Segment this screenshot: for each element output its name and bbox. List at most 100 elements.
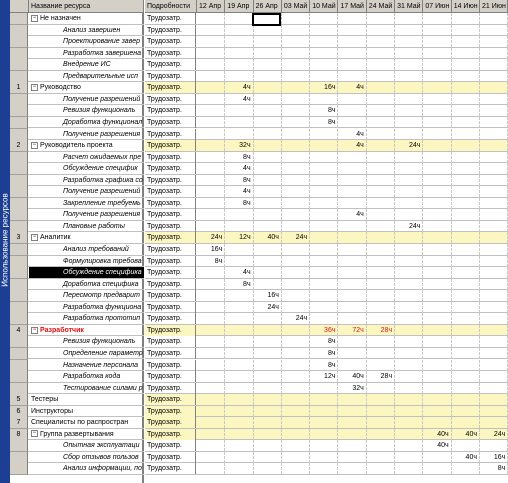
work-cell[interactable]: [310, 24, 339, 36]
work-cell[interactable]: [339, 267, 367, 279]
resource-row[interactable]: 2− Руководитель проекта: [10, 140, 144, 153]
work-cell[interactable]: [423, 174, 452, 186]
task-name[interactable]: Разработка завершена: [29, 48, 144, 59]
work-cell[interactable]: [452, 70, 480, 82]
assignment-row[interactable]: Анализ информации, по: [10, 463, 144, 476]
work-cell[interactable]: [197, 128, 226, 140]
work-cell[interactable]: 4ч: [225, 163, 254, 175]
work-cell[interactable]: [339, 255, 367, 267]
work-cell[interactable]: [282, 174, 311, 186]
work-cell[interactable]: [423, 163, 452, 175]
work-cell[interactable]: [480, 255, 508, 267]
detail-cell[interactable]: Трудозатр.: [145, 371, 196, 383]
work-cell[interactable]: [480, 174, 508, 186]
work-cell[interactable]: [423, 244, 452, 255]
work-cell[interactable]: [395, 371, 424, 383]
task-name[interactable]: Закрепление требуемь: [29, 198, 144, 209]
work-cell[interactable]: [423, 209, 452, 221]
row-number[interactable]: [10, 244, 28, 256]
detail-cell[interactable]: Трудозатр.: [145, 140, 196, 152]
row-number[interactable]: 1: [10, 82, 28, 95]
work-cell[interactable]: [480, 220, 508, 232]
work-cell[interactable]: [339, 24, 367, 36]
week-header[interactable]: 17 Май: [339, 0, 367, 13]
work-cell[interactable]: [197, 428, 226, 440]
work-cell[interactable]: [367, 93, 396, 105]
work-cell[interactable]: [339, 336, 367, 348]
assignment-row[interactable]: Разработка функциона: [10, 301, 144, 314]
work-cell[interactable]: [310, 290, 339, 302]
work-cell[interactable]: [395, 59, 424, 71]
resource-row[interactable]: 1− Руководство: [10, 82, 144, 95]
work-cell[interactable]: [367, 359, 396, 371]
work-cell[interactable]: [339, 13, 367, 24]
work-cell[interactable]: [197, 290, 226, 302]
work-cell[interactable]: [339, 301, 367, 313]
work-cell[interactable]: [423, 359, 452, 371]
assignment-row[interactable]: Разработка кода: [10, 371, 144, 384]
work-cell[interactable]: [282, 463, 311, 475]
work-cell[interactable]: [225, 59, 254, 71]
work-cell[interactable]: [423, 116, 452, 128]
task-name[interactable]: Получение разрешения: [29, 209, 144, 220]
work-cell[interactable]: [339, 105, 367, 117]
work-cell[interactable]: [395, 244, 424, 255]
collapse-icon[interactable]: −: [31, 83, 38, 91]
work-cell[interactable]: 32ч: [225, 140, 254, 152]
work-cell[interactable]: [452, 394, 480, 406]
work-cell[interactable]: [367, 13, 396, 24]
work-cell[interactable]: [452, 36, 480, 48]
work-cell[interactable]: [339, 220, 367, 232]
work-cell[interactable]: [310, 417, 339, 429]
work-cell[interactable]: [367, 428, 396, 440]
work-cell[interactable]: [282, 59, 311, 71]
row-number[interactable]: [10, 197, 28, 210]
work-cell[interactable]: [254, 428, 282, 440]
work-cell[interactable]: 40ч: [423, 428, 452, 440]
work-cell[interactable]: 8ч: [225, 174, 254, 186]
assignment-row[interactable]: Тестирование силами р: [10, 382, 144, 395]
work-cell[interactable]: [367, 290, 396, 302]
work-cell[interactable]: [423, 232, 452, 244]
detail-cell[interactable]: Трудозатр.: [145, 301, 196, 313]
work-cell[interactable]: [423, 24, 452, 36]
row-number[interactable]: 3: [10, 232, 28, 245]
work-cell[interactable]: 16ч: [254, 290, 282, 302]
work-cell[interactable]: [395, 336, 424, 348]
work-cell[interactable]: [452, 47, 480, 59]
task-name[interactable]: Разработка прототип: [29, 313, 144, 324]
work-cell[interactable]: [225, 359, 254, 371]
work-cell[interactable]: 16ч: [310, 82, 339, 94]
work-cell[interactable]: [254, 278, 282, 290]
work-cell[interactable]: [423, 13, 452, 24]
work-cell[interactable]: [197, 371, 226, 383]
work-cell[interactable]: [423, 371, 452, 383]
work-cell[interactable]: 12ч: [225, 232, 254, 244]
work-cell[interactable]: [480, 301, 508, 313]
collapse-icon[interactable]: −: [31, 430, 38, 438]
work-cell[interactable]: [395, 186, 424, 198]
work-cell[interactable]: [423, 451, 452, 463]
work-cell[interactable]: 8ч: [480, 463, 508, 475]
row-number[interactable]: [10, 267, 28, 280]
work-cell[interactable]: [254, 417, 282, 429]
work-cell[interactable]: [395, 463, 424, 475]
work-cell[interactable]: 32ч: [339, 382, 367, 394]
work-cell[interactable]: [254, 105, 282, 117]
work-cell[interactable]: [310, 13, 339, 24]
work-cell[interactable]: [282, 116, 311, 128]
work-cell[interactable]: [423, 220, 452, 232]
work-cell[interactable]: 4ч: [339, 128, 367, 140]
work-cell[interactable]: [197, 220, 226, 232]
work-cell[interactable]: [367, 105, 396, 117]
task-name[interactable]: Ревизия функциональ: [29, 336, 144, 347]
work-cell[interactable]: [367, 244, 396, 255]
row-number[interactable]: 2: [10, 140, 28, 153]
work-cell[interactable]: [423, 93, 452, 105]
work-cell[interactable]: [339, 70, 367, 82]
work-cell[interactable]: [452, 13, 480, 24]
row-number[interactable]: [10, 59, 28, 72]
assignment-row[interactable]: Сбор отзывов пользов: [10, 451, 144, 464]
work-cell[interactable]: [254, 313, 282, 325]
work-cell[interactable]: [310, 405, 339, 417]
